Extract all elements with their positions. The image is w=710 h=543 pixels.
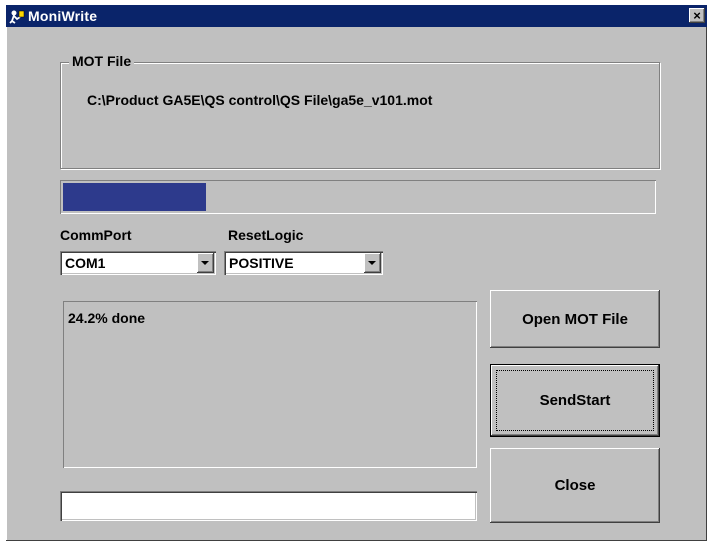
mot-file-group-label: MOT File xyxy=(69,53,135,69)
send-start-button[interactable]: SendStart xyxy=(490,364,660,437)
mot-file-path: C:\Product GA5E\QS control\QS File\ga5e_… xyxy=(87,92,433,108)
comm-port-value: COM1 xyxy=(65,255,106,271)
comm-port-select[interactable]: COM1 xyxy=(60,251,216,275)
open-mot-file-label: Open MOT File xyxy=(522,310,628,328)
moniwrite-window: MoniWrite × MOT File C:\Product GA5E\QS … xyxy=(6,5,707,541)
close-button[interactable]: Close xyxy=(490,448,660,523)
status-field[interactable] xyxy=(60,491,477,521)
progress-bar-fill xyxy=(63,183,206,211)
reset-logic-select[interactable]: POSITIVE xyxy=(224,251,383,275)
chevron-down-icon[interactable] xyxy=(197,253,214,273)
window-title: MoniWrite xyxy=(28,8,98,24)
close-icon: × xyxy=(693,8,701,23)
open-mot-file-button[interactable]: Open MOT File xyxy=(490,290,660,348)
reset-logic-label: ResetLogic xyxy=(228,227,304,243)
title-bar[interactable]: MoniWrite × xyxy=(6,5,707,27)
progress-bar xyxy=(60,180,656,214)
close-window-button[interactable]: × xyxy=(689,8,705,23)
log-output: 24.2% done xyxy=(63,301,477,468)
app-icon[interactable] xyxy=(9,8,25,24)
reset-logic-value: POSITIVE xyxy=(229,255,294,271)
comm-port-label: CommPort xyxy=(60,227,132,243)
close-label: Close xyxy=(554,477,596,494)
send-start-label: SendStart xyxy=(539,392,611,409)
chevron-down-icon[interactable] xyxy=(364,253,381,273)
log-text: 24.2% done xyxy=(68,310,146,326)
mot-file-group: MOT File C:\Product GA5E\QS control\QS F… xyxy=(60,53,660,169)
